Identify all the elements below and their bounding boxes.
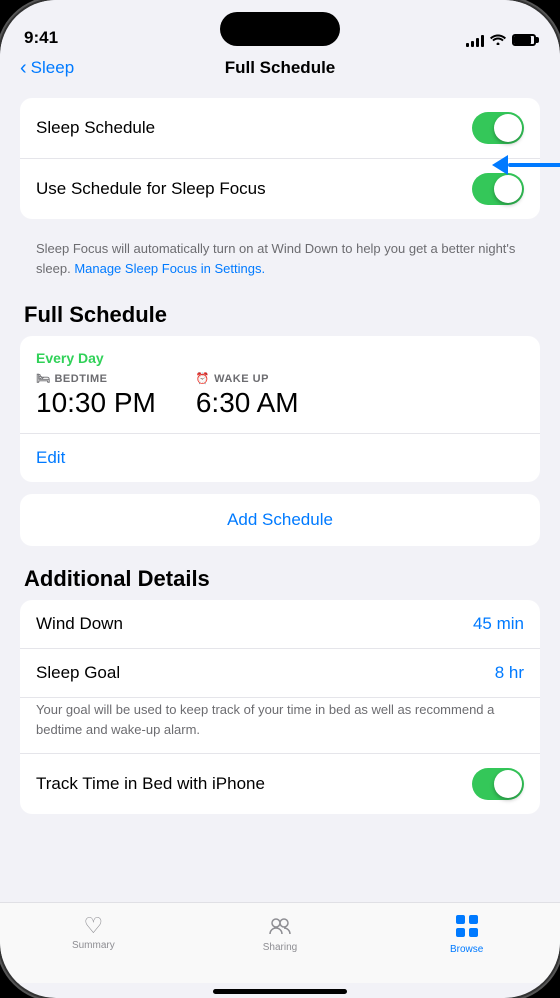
use-schedule-row: Use Schedule for Sleep Focus <box>20 159 540 219</box>
sleep-goal-row[interactable]: Sleep Goal 8 hr <box>20 649 540 698</box>
back-label: Sleep <box>31 58 74 78</box>
bedtime-label: 🛏 BEDTIME <box>36 372 156 385</box>
additional-details-card: Wind Down 45 min Sleep Goal 8 hr Your go… <box>20 600 540 814</box>
track-time-row[interactable]: Track Time in Bed with iPhone <box>20 753 540 814</box>
wakeup-value: 6:30 AM <box>196 387 299 419</box>
arrow-line <box>508 163 560 167</box>
full-schedule-header: Full Schedule <box>24 302 536 328</box>
wakeup-block: ⏰ WAKE UP 6:30 AM <box>196 372 299 419</box>
sleep-focus-info: Sleep Focus will automatically turn on a… <box>20 231 540 290</box>
status-time: 9:41 <box>24 28 58 48</box>
tab-bar: ♡ Summary Sharing <box>0 902 560 983</box>
goal-info-text: Your goal will be used to keep track of … <box>20 698 540 753</box>
back-button[interactable]: ‹ Sleep <box>20 58 74 78</box>
summary-tab-label: Summary <box>72 940 115 951</box>
status-icons <box>466 32 536 48</box>
wifi-icon <box>490 32 506 48</box>
add-schedule-button[interactable]: Add Schedule <box>227 510 333 530</box>
wakeup-label: ⏰ WAKE UP <box>196 372 299 385</box>
arrow-annotation <box>492 155 560 175</box>
toggles-card: Sleep Schedule Use Schedule for Sleep Fo… <box>20 98 540 219</box>
back-chevron-icon: ‹ <box>20 58 27 78</box>
tab-summary[interactable]: ♡ Summary <box>0 911 187 959</box>
track-time-toggle[interactable] <box>472 768 524 800</box>
sleep-schedule-row: Sleep Schedule <box>20 98 540 159</box>
heart-icon: ♡ <box>83 915 103 937</box>
nav-header: ‹ Sleep Full Schedule <box>0 54 560 90</box>
signal-icon <box>466 33 484 47</box>
home-indicator <box>213 989 347 994</box>
sleep-goal-label: Sleep Goal <box>36 663 120 683</box>
manage-sleep-link[interactable]: Manage Sleep Focus in Settings. <box>74 261 265 276</box>
track-time-label: Track Time in Bed with iPhone <box>36 774 265 794</box>
page-title: Full Schedule <box>225 58 336 78</box>
wind-down-label: Wind Down <box>36 614 123 634</box>
tab-sharing[interactable]: Sharing <box>187 911 374 959</box>
use-schedule-label: Use Schedule for Sleep Focus <box>36 179 266 199</box>
scroll-content: Sleep Schedule Use Schedule for Sleep Fo… <box>0 90 560 902</box>
add-schedule-card[interactable]: Add Schedule <box>20 494 540 546</box>
arrow-head-icon <box>492 155 508 175</box>
alarm-icon: ⏰ <box>196 372 210 385</box>
times-row: 🛏 BEDTIME 10:30 PM ⏰ WAKE UP 6:30 AM <box>36 372 524 419</box>
edit-button[interactable]: Edit <box>36 448 65 467</box>
bed-icon: 🛏 <box>36 372 50 385</box>
phone-screen: 9:41 <box>0 0 560 998</box>
schedule-times: Every Day 🛏 BEDTIME 10:30 PM ⏰ <box>20 336 540 434</box>
bedtime-value: 10:30 PM <box>36 387 156 419</box>
use-schedule-toggle[interactable] <box>472 173 524 205</box>
every-day-label: Every Day <box>36 350 524 366</box>
sleep-schedule-label: Sleep Schedule <box>36 118 155 138</box>
phone-frame: 9:41 <box>0 0 560 998</box>
browse-tab-label: Browse <box>450 944 483 955</box>
wind-down-value: 45 min <box>473 614 524 634</box>
bedtime-block: 🛏 BEDTIME 10:30 PM <box>36 372 156 419</box>
additional-details-header: Additional Details <box>24 566 536 592</box>
sleep-goal-value: 8 hr <box>495 663 524 683</box>
tab-browse[interactable]: Browse <box>373 911 560 959</box>
browse-icon <box>456 915 478 941</box>
schedule-card: Every Day 🛏 BEDTIME 10:30 PM ⏰ <box>20 336 540 482</box>
sharing-tab-label: Sharing <box>263 942 297 953</box>
sharing-icon <box>268 915 292 939</box>
edit-row: Edit <box>20 434 540 482</box>
dynamic-island <box>220 12 340 46</box>
wind-down-row[interactable]: Wind Down 45 min <box>20 600 540 649</box>
sleep-schedule-toggle[interactable] <box>472 112 524 144</box>
battery-icon <box>512 34 536 46</box>
